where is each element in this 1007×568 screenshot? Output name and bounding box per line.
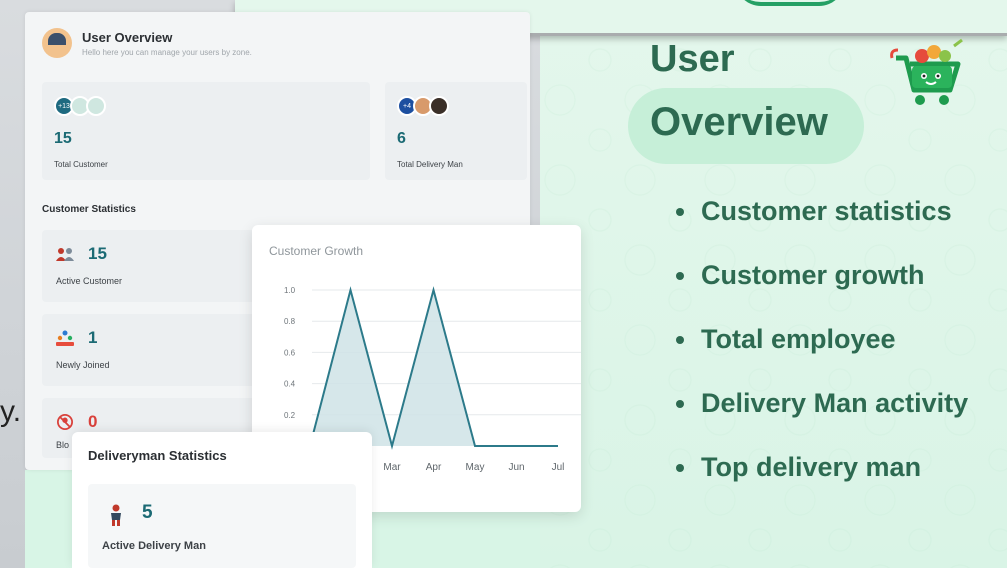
active-delivery-man-card[interactable]: 5 Active Delivery Man <box>88 484 356 568</box>
total-customer-card[interactable]: +13 15 Total Customer <box>42 82 370 180</box>
blocked-user-icon <box>57 414 73 430</box>
cart-logo-icon <box>890 38 963 105</box>
promo-bullet-list: Customer statistics Customer growth Tota… <box>676 196 968 516</box>
delivery-avatar-stack: +4 <box>397 96 449 116</box>
active-customer-card[interactable]: 15 Active Customer <box>42 230 267 302</box>
promo-bullet: Top delivery man <box>676 452 968 516</box>
blocked-label: Blo <box>56 440 70 450</box>
header-text: User Overview Hello here you can manage … <box>82 30 252 57</box>
bullet-dot <box>676 336 684 344</box>
promo-bullet-text: Top delivery man <box>701 452 922 482</box>
total-delivery-man-value: 6 <box>397 130 406 147</box>
user-avatar-icon <box>42 28 72 58</box>
deliveryman-statistics-title: Deliveryman Statistics <box>88 448 227 463</box>
deliveryman-statistics-card: Deliveryman Statistics 5 Active Delivery… <box>72 432 372 568</box>
users-group-icon <box>56 248 74 261</box>
customer-avatar-stack: +13 <box>54 96 106 116</box>
promo-bullet: Customer growth <box>676 260 968 324</box>
delivery-man-icon <box>111 504 121 526</box>
promo-title-line2: Overview <box>650 100 828 144</box>
bullet-dot <box>676 400 684 408</box>
promo-bullet-text: Customer growth <box>701 260 925 290</box>
avatar <box>429 96 449 116</box>
blocked-value: 0 <box>88 412 98 431</box>
page-title: User Overview <box>82 29 173 45</box>
total-delivery-man-label: Total Delivery Man <box>397 160 463 169</box>
total-customer-value: 15 <box>54 130 72 147</box>
y-tick-label: 0.2 <box>284 411 296 420</box>
dashboard-header: User Overview Hello here you can manage … <box>42 28 252 58</box>
promo-bullet: Total employee <box>676 324 968 388</box>
y-tick-label: 0.6 <box>284 348 296 357</box>
promo-title-line1: User <box>650 38 735 80</box>
active-delivery-man-value: 5 <box>142 502 153 523</box>
x-tick-label: Jun <box>508 462 524 473</box>
active-delivery-man-label: Active Delivery Man <box>102 540 206 552</box>
newly-joined-label: Newly Joined <box>56 360 110 370</box>
bullet-dot <box>676 208 684 216</box>
customer-statistics-title: Customer Statistics <box>42 204 136 215</box>
top-strip-arc <box>735 0 845 6</box>
newly-joined-value: 1 <box>88 328 98 347</box>
y-tick-label: 1.0 <box>284 286 296 295</box>
bullet-dot <box>676 272 684 280</box>
total-customer-label: Total Customer <box>54 160 108 169</box>
new-users-icon <box>56 330 74 346</box>
active-customer-label: Active Customer <box>56 276 123 286</box>
promo-bullet-text: Delivery Man activity <box>701 388 969 418</box>
promo-bullet-text: Customer statistics <box>701 196 952 226</box>
newly-joined-card[interactable]: 1 Newly Joined <box>42 314 267 386</box>
promo-bullet-text: Total employee <box>701 324 896 354</box>
x-tick-label: Apr <box>426 462 442 473</box>
total-delivery-man-card[interactable]: +4 6 Total Delivery Man <box>385 82 527 180</box>
promo-bullet: Customer statistics <box>676 196 968 260</box>
active-customer-value: 15 <box>88 244 107 263</box>
x-tick-label: Mar <box>383 462 401 473</box>
promo-bullet: Delivery Man activity <box>676 388 968 452</box>
page-subtitle: Hello here you can manage your users by … <box>82 47 252 57</box>
bullet-dot <box>676 464 684 472</box>
avatar <box>86 96 106 116</box>
y-tick-label: 0.4 <box>284 380 296 389</box>
stray-text: y. <box>0 395 22 428</box>
x-tick-label: Jul <box>552 462 565 473</box>
y-tick-label: 0.8 <box>284 317 296 326</box>
growth-area <box>310 290 558 446</box>
x-tick-label: May <box>466 462 485 473</box>
